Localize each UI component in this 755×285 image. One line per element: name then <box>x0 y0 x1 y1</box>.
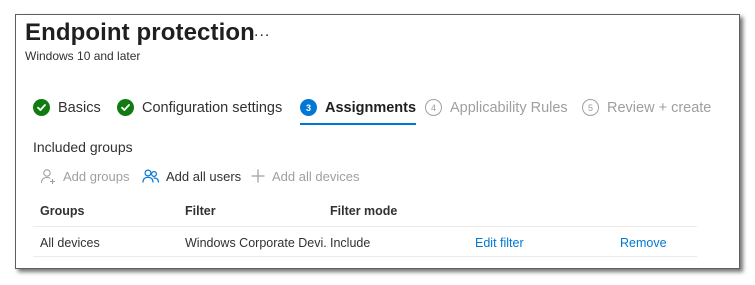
step-review-create[interactable]: 5 Review + create <box>582 99 711 129</box>
step-applicability-rules[interactable]: 4 Applicability Rules <box>425 99 568 129</box>
page-subtitle: Windows 10 and later <box>25 49 141 63</box>
more-options-button[interactable]: ... <box>254 23 270 41</box>
table-row: All devices Windows Corporate Devi... In… <box>33 227 697 257</box>
filter-cell: Windows Corporate Devi... <box>185 236 328 250</box>
step-assignments[interactable]: 3 Assignments <box>300 99 417 129</box>
endpoint-protection-panel: Endpoint protection ... Windows 10 and l… <box>15 14 740 269</box>
column-header-groups: Groups <box>40 204 85 218</box>
step-number-badge: 5 <box>582 99 599 116</box>
remove-link[interactable]: Remove <box>620 236 667 250</box>
step-label: Review + create <box>607 100 712 116</box>
column-header-filter: Filter <box>185 204 216 218</box>
step-number-badge: 4 <box>425 99 442 116</box>
step-label: Assignments <box>325 100 417 116</box>
group-name-cell: All devices <box>40 236 100 250</box>
step-label: Basics <box>58 100 101 116</box>
add-groups-label: Add groups <box>63 169 130 184</box>
step-configuration-settings[interactable]: Configuration settings <box>117 99 282 129</box>
plus-icon <box>251 169 265 183</box>
included-groups-table: Groups Filter Filter mode All devices Wi… <box>33 200 697 257</box>
column-header-filter-mode: Filter mode <box>330 204 398 218</box>
step-label: Applicability Rules <box>450 100 568 116</box>
checkmark-icon <box>33 99 50 116</box>
add-all-users-label: Add all users <box>166 169 242 184</box>
table-header: Groups Filter Filter mode <box>33 200 697 227</box>
edit-filter-link[interactable]: Edit filter <box>475 236 524 250</box>
page-title: Endpoint protection <box>25 19 255 46</box>
checkmark-icon <box>117 99 134 116</box>
filter-mode-cell: Include <box>330 236 371 250</box>
add-all-devices-button[interactable]: Add all devices <box>250 168 359 184</box>
users-icon <box>142 169 160 183</box>
step-number-badge: 3 <box>300 99 317 116</box>
add-groups-button[interactable]: Add groups <box>40 168 130 185</box>
step-basics[interactable]: Basics <box>33 99 101 129</box>
add-all-users-button[interactable]: Add all users <box>142 168 241 185</box>
step-label: Configuration settings <box>142 100 283 116</box>
active-step-underline <box>300 123 417 125</box>
included-groups-heading: Included groups <box>33 139 133 155</box>
add-person-icon <box>40 169 55 184</box>
add-all-devices-label: Add all devices <box>272 168 360 184</box>
